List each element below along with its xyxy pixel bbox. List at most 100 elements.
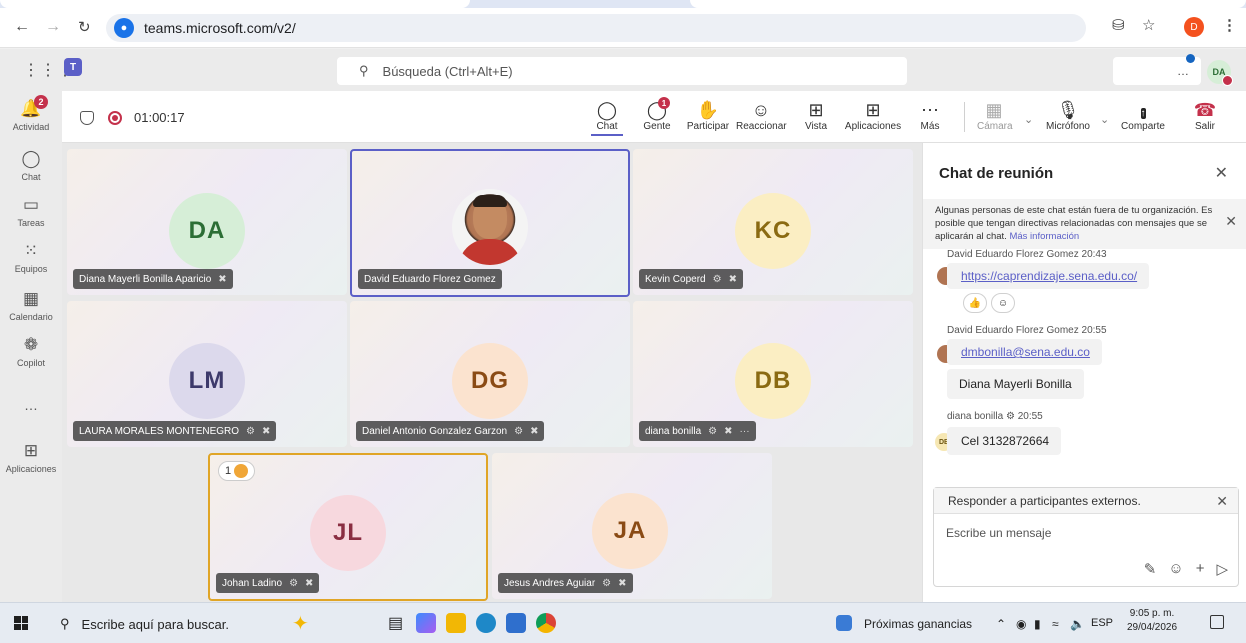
toolbar-divider [964,102,965,132]
participant-nametag: LAURA MORALES MONTENEGRO ⚙ ✖ [73,421,277,441]
toolbar-label: Comparte [1121,121,1165,132]
rail-item-chat[interactable]: ◯ Chat [0,149,62,182]
participant-tile-hand-raised[interactable]: 1 JL Johan Ladino ⚙ ✖ [208,453,488,601]
reload-icon[interactable]: ↻ [78,18,91,36]
rail-label: Equipos [14,264,48,274]
taskbar-search[interactable]: ⚲ Escribe aquí para buscar. [60,616,229,632]
windows-start-icon[interactable] [14,616,28,630]
toolbar-label: Reaccionar [736,121,787,132]
notification-center-icon[interactable] [1210,615,1224,629]
clock[interactable]: 9:05 p. m. 29/04/2026 [1127,607,1177,635]
send-icon[interactable]: ▷ [1216,560,1228,578]
user-avatar[interactable]: DA [1207,60,1233,86]
browser-profile-avatar[interactable]: D [1184,17,1204,37]
rail-item-teams[interactable]: ⁙ Equipos [0,241,62,274]
toolbar-share-button[interactable]: ↑ Comparte [1120,99,1166,132]
participant-tile[interactable]: JA Jesus Andres Aguiar ⚙ ✖ [492,453,772,599]
rail-item-tasks[interactable]: ▭ Tareas [0,195,62,228]
outlook-icon[interactable] [506,613,526,633]
file-explorer-icon[interactable] [446,613,466,633]
message-link[interactable]: https://caprendizaje.sena.edu.co/ [961,269,1137,283]
compose-box[interactable]: Responder a participantes externos. ✕ Es… [933,487,1239,587]
participant-tile-active-speaker[interactable]: David Eduardo Florez Gomez [350,149,630,297]
more-dots-icon: ⋯ [921,100,939,120]
toolbar-mic-button[interactable]: 🎙 Micrófono [1043,99,1093,132]
app-rail: 🔔 2 Actividad ◯ Chat ▭ Tareas ⁙ Equipos … [0,91,62,602]
close-reply-icon[interactable]: ✕ [1216,493,1228,510]
format-icon[interactable]: ✎ [1144,560,1157,578]
news-widget-label[interactable]: Próximas ganancias [864,617,972,631]
bookmark-star-icon[interactable]: ☆ [1142,16,1155,34]
battery-icon[interactable]: ▮ [1034,617,1041,631]
emoji-icon[interactable]: ☺ [1168,560,1183,578]
toolbar-chat-button[interactable]: ◯ Chat [591,99,623,136]
toolbar-more-button[interactable]: ⋯ Más [918,99,942,132]
video-stage: DA Diana Mayerli Bonilla Aparicio ✖ Davi… [62,143,922,602]
add-reaction-icon[interactable]: ☺ [991,293,1015,313]
wifi-icon[interactable]: ≈ [1052,617,1059,631]
rail-item-calendar[interactable]: ▦ Calendario [0,289,62,322]
camera-options-chevron-icon[interactable]: ⌄ [1024,113,1033,126]
tile-more-icon[interactable]: ··· [740,426,750,437]
toolbar-raise-hand-button[interactable]: ✋ Participar [684,99,732,132]
participant-tile[interactable]: DA Diana Mayerli Bonilla Aparicio ✖ [67,149,347,295]
volume-icon[interactable]: 🔈 [1070,617,1085,631]
tab[interactable] [0,0,470,8]
attach-plus-icon[interactable]: + [1196,560,1205,578]
more-icon: … [24,397,38,413]
like-reaction[interactable]: 👍 [963,293,987,313]
site-info-icon[interactable]: ● [114,18,134,38]
back-icon[interactable]: ← [14,18,30,36]
task-view-icon[interactable]: ▤ [388,613,408,633]
dismiss-notice-icon[interactable]: ✕ [1225,214,1237,228]
mic-off-icon: ✖ [305,577,314,589]
news-widget-icon[interactable] [836,615,852,631]
camera-tray-icon[interactable]: ◉ [1016,617,1026,631]
participant-tile[interactable]: DB diana bonilla ⚙ ✖ ··· [633,301,913,447]
browser-menu-icon[interactable]: ⋮ [1222,16,1237,34]
rail-item-copilot[interactable]: ❁ Copilot [0,335,62,368]
hand-icon [234,464,249,478]
edge-icon[interactable] [476,613,496,633]
tab[interactable] [690,0,1246,8]
message-input[interactable]: Escribe un mensaje [946,526,1051,540]
copilot-app-icon[interactable] [416,613,436,633]
clock-date: 29/04/2026 [1127,622,1178,633]
header-more-label: … [1177,64,1189,78]
chrome-icon[interactable] [536,613,556,633]
toolbar-people-button[interactable]: ◯ 1 Gente [640,97,674,132]
address-bar[interactable]: ● teams.microsoft.com/v2/ [106,14,1086,42]
participant-name: Diana Mayerli Bonilla Aparicio [79,273,212,285]
toolbar-camera-button[interactable]: ▦ Cámara [977,99,1013,132]
sparkle-icon[interactable]: ✦ [292,611,309,636]
message-bubble: dmbonilla@sena.edu.co [947,339,1102,365]
mic-options-chevron-icon[interactable]: ⌄ [1100,113,1109,126]
language-indicator[interactable]: ESP [1091,617,1113,629]
clock-time: 9:05 p. m. [1129,608,1175,619]
rail-label: Chat [21,172,41,182]
participant-nametag: David Eduardo Florez Gomez [358,269,502,289]
tray-chevron-icon[interactable]: ⌃ [996,617,1006,631]
cast-icon[interactable]: ⛁ [1112,16,1125,34]
rail-item-activity[interactable]: 🔔 2 Actividad [0,95,62,132]
rail-item-more[interactable]: … [0,397,62,413]
toolbar-apps-button[interactable]: ⊞ Aplicaciones [843,99,903,132]
external-user-icon: ⚙ [1005,411,1015,422]
toolbar-leave-button[interactable]: ☎ Salir [1192,99,1218,132]
participant-avatar: LM [169,343,245,419]
toolbar-react-button[interactable]: ☺ Reaccionar [736,99,787,132]
close-chat-icon[interactable]: ✕ [1215,163,1228,183]
toolbar-label: Chat [596,121,618,132]
participant-avatar: JA [592,493,668,569]
participant-tile[interactable]: KC Kevin Coperd ⚙ ✖ [633,149,913,295]
meeting-chat-panel: Chat de reunión ✕ Algunas personas de es… [922,143,1246,602]
copilot-icon: ❁ [23,335,39,354]
forward-icon[interactable]: → [45,18,61,36]
search-box[interactable]: ⚲ Búsqueda (Ctrl+Alt+E) [337,57,907,85]
notice-link[interactable]: Más información [1009,231,1079,242]
rail-item-apps[interactable]: ⊞ Aplicaciones [0,441,62,474]
toolbar-view-button[interactable]: ⊞ Vista [801,99,831,132]
participant-tile[interactable]: LM LAURA MORALES MONTENEGRO ⚙ ✖ [67,301,347,447]
participant-tile[interactable]: DG Daniel Antonio Gonzalez Garzon ⚙ ✖ [350,301,630,447]
message-link[interactable]: dmbonilla@sena.edu.co [961,345,1090,359]
